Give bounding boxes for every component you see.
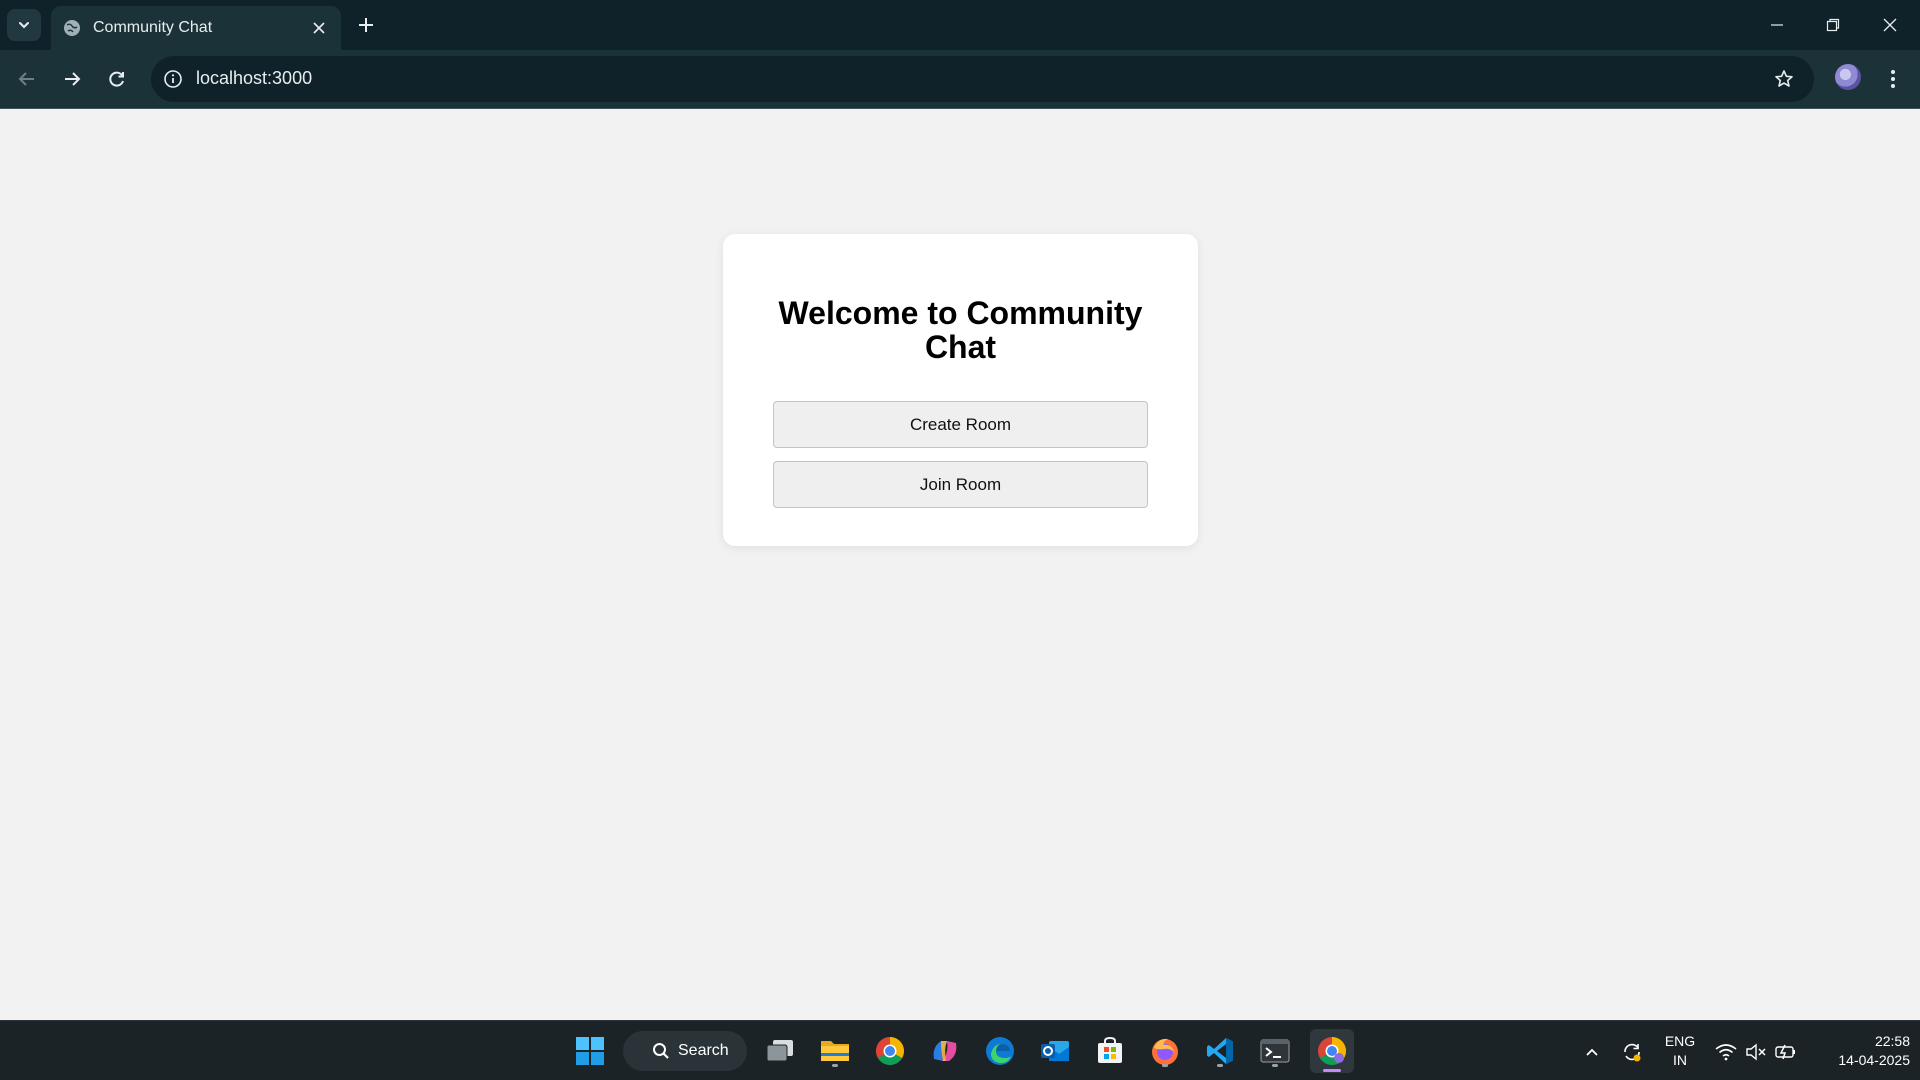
close-tab-icon[interactable] <box>307 16 331 40</box>
minimize-icon <box>1771 24 1783 26</box>
microsoft-store-button[interactable] <box>1090 1031 1130 1071</box>
task-view-button[interactable] <box>760 1031 800 1071</box>
windows-logo-icon <box>576 1037 604 1065</box>
copilot-button[interactable] <box>925 1031 965 1071</box>
edge-button[interactable] <box>980 1031 1020 1071</box>
arrow-right-icon <box>65 72 81 86</box>
browser-menu-button[interactable] <box>1880 64 1906 94</box>
firefox-icon <box>1152 1038 1178 1065</box>
profile-avatar[interactable] <box>1835 64 1861 90</box>
chrome-active-button[interactable] <box>1310 1029 1354 1073</box>
running-indicator <box>1272 1064 1278 1067</box>
chevron-down-icon <box>19 22 29 29</box>
chevron-up-icon <box>1586 1048 1598 1056</box>
vscode-icon <box>1207 1038 1233 1064</box>
region-code: IN <box>1673 1052 1687 1068</box>
welcome-card: Welcome to Community Chat Create Room Jo… <box>723 234 1198 546</box>
folder-icon <box>821 1041 849 1061</box>
outlook-button[interactable] <box>1035 1031 1075 1071</box>
tab-community-chat[interactable]: Community Chat <box>51 6 341 50</box>
tab-search-button[interactable] <box>7 9 41 41</box>
active-app-indicator <box>1323 1069 1341 1072</box>
new-tab-button[interactable] <box>352 11 380 39</box>
restore-icon <box>1826 18 1840 32</box>
chrome-icon <box>1318 1037 1346 1065</box>
minimize-button[interactable] <box>1749 0 1805 50</box>
running-indicator <box>832 1064 838 1067</box>
volume-muted-icon[interactable] <box>1744 1040 1768 1064</box>
terminal-button[interactable] <box>1255 1031 1295 1071</box>
bookmark-star-icon[interactable] <box>1772 67 1796 91</box>
arrow-left-icon <box>18 72 34 86</box>
browser-toolbar: localhost:3000 <box>0 50 1920 108</box>
more-vert-icon <box>1891 70 1895 88</box>
address-bar[interactable]: localhost:3000 <box>151 56 1814 102</box>
terminal-icon <box>1260 1039 1290 1063</box>
create-room-button[interactable]: Create Room <box>773 401 1148 448</box>
task-view-icon <box>766 1040 793 1062</box>
sync-icon <box>1624 1043 1641 1062</box>
copilot-icon <box>933 1041 957 1061</box>
clock[interactable]: 22:58 14-04-2025 <box>1810 1032 1910 1070</box>
reload-button[interactable] <box>101 63 133 95</box>
file-explorer-button[interactable] <box>815 1031 855 1071</box>
search-icon <box>653 1043 669 1059</box>
browser-titlebar: Community Chat <box>0 0 1920 50</box>
battery-charging-icon[interactable] <box>1774 1040 1798 1064</box>
clock-date: 14-04-2025 <box>1838 1052 1910 1068</box>
restore-button[interactable] <box>1805 0 1861 50</box>
running-indicator <box>1162 1064 1168 1067</box>
sync-status-button[interactable] <box>1620 1040 1644 1064</box>
back-button[interactable] <box>11 63 43 95</box>
language-code: ENG <box>1664 1033 1696 1049</box>
show-hidden-icons-button[interactable] <box>1580 1040 1604 1064</box>
forward-button[interactable] <box>56 63 88 95</box>
store-icon <box>1098 1036 1122 1063</box>
page-viewport: Welcome to Community Chat Create Room Jo… <box>0 109 1920 1020</box>
windows-start-button[interactable] <box>570 1031 610 1071</box>
page-title: Welcome to Community Chat <box>778 295 1143 365</box>
taskbar-search[interactable]: Search <box>623 1031 747 1071</box>
close-icon <box>1883 18 1897 32</box>
running-indicator <box>1217 1064 1223 1067</box>
windows-taskbar: Search ENG IN 22:58 14-04-2025 <box>0 1020 1920 1080</box>
chrome-button[interactable] <box>870 1031 910 1071</box>
wifi-icon[interactable] <box>1714 1040 1738 1064</box>
tab-title: Community Chat <box>93 19 213 36</box>
edge-icon <box>986 1037 1014 1065</box>
globe-icon <box>63 19 81 37</box>
firefox-button[interactable] <box>1145 1031 1185 1071</box>
reload-icon <box>109 71 124 87</box>
close-window-button[interactable] <box>1862 0 1918 50</box>
join-room-button[interactable]: Join Room <box>773 461 1148 508</box>
search-label: Search <box>678 1042 729 1059</box>
vscode-button[interactable] <box>1200 1031 1240 1071</box>
outlook-icon <box>1041 1041 1069 1061</box>
url-text[interactable]: localhost:3000 <box>196 68 312 89</box>
language-indicator[interactable]: ENG IN <box>1660 1032 1700 1070</box>
site-info-icon[interactable] <box>161 67 185 91</box>
plus-icon <box>359 18 373 32</box>
clock-time: 22:58 <box>1874 1033 1910 1049</box>
chrome-icon <box>876 1037 904 1065</box>
